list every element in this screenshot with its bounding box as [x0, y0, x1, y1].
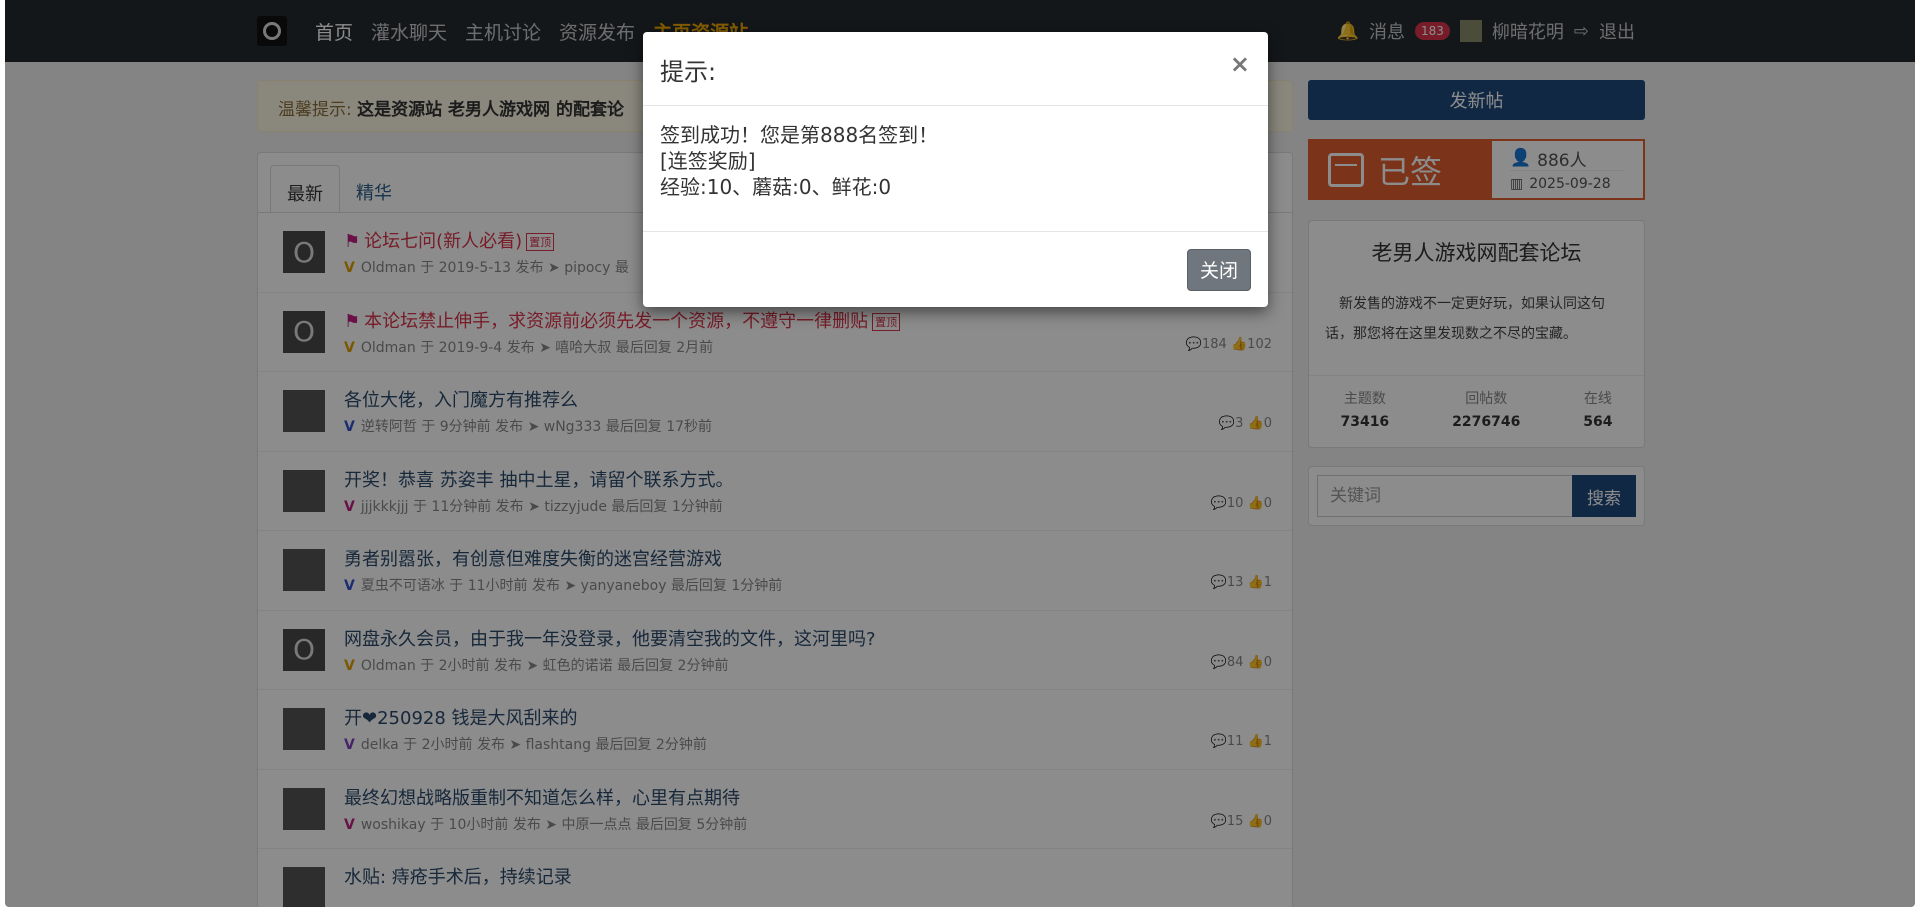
close-icon[interactable]: ×: [1230, 50, 1250, 78]
app-frame: 首页 灌水聊天 主机讨论 资源发布 主页资源站 🔔 消息 183 柳暗花明 ⇨ …: [5, 0, 1915, 907]
modal-reward-detail: 经验:10、蘑菇:0、鲜花:0: [660, 175, 892, 199]
modal-title: 提示:: [660, 58, 717, 86]
checkin-dialog: 提示: × 签到成功！您是第888名签到！ [连签奖励] 经验:10、蘑菇:0、…: [643, 32, 1268, 307]
modal-body: 签到成功！您是第888名签到！ [连签奖励] 经验:10、蘑菇:0、鲜花:0: [643, 106, 1268, 232]
modal-footer: 关闭: [643, 232, 1268, 307]
modal-reward-heading: [连签奖励]: [660, 149, 756, 173]
modal-message: 签到成功！您是第888名签到！: [660, 123, 939, 147]
modal-header: 提示: ×: [643, 32, 1268, 106]
close-button[interactable]: 关闭: [1187, 248, 1251, 291]
